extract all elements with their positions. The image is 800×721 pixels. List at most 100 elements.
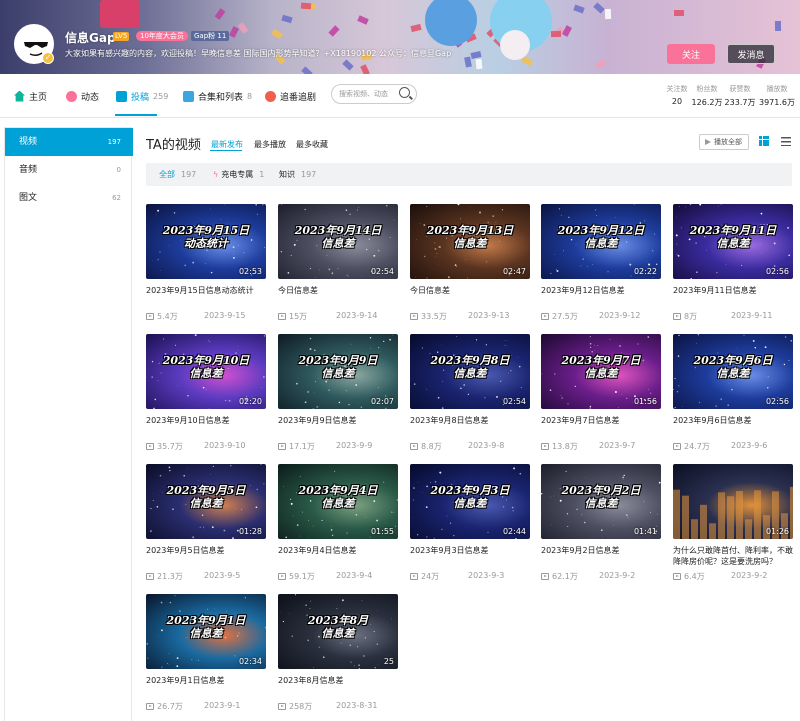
video-title[interactable]: 2023年9月5日信息差 (146, 545, 266, 567)
video-card[interactable]: 2023年8月 信息差 25 2023年8月信息差 258万 2023-8-31 (278, 594, 398, 711)
video-title[interactable]: 2023年9月7日信息差 (541, 415, 661, 437)
video-card[interactable]: 01:26 为什么只敢降首付、降利率，不敢降降房价呢？这是要洗房吗？ 6.4万 202… (673, 464, 793, 581)
video-thumbnail[interactable]: 2023年9月1日 信息差 02:34 (146, 594, 266, 669)
sidebar-item-video[interactable]: 视频 197 (5, 128, 133, 156)
publish-date: 2023-9-12 (599, 311, 641, 320)
tab-home[interactable]: 主页 (14, 89, 47, 103)
tab-uploads[interactable]: 投稿 259 (116, 89, 168, 103)
video-card[interactable]: 2023年9月15日 动态统计 02:53 2023年9月15日信息动态统计 5.4万 2… (146, 204, 266, 321)
sidebar-item-article[interactable]: 图文 62 (5, 184, 133, 212)
video-title[interactable]: 2023年9月8日信息差 (410, 415, 530, 437)
follow-button[interactable]: 关注 (667, 44, 715, 64)
vip-badge[interactable]: 10年度大会员 (136, 31, 188, 41)
video-title[interactable]: 2023年9月2日信息差 (541, 545, 661, 567)
video-thumbnail[interactable]: 2023年8月 信息差 25 (278, 594, 398, 669)
video-thumbnail[interactable]: 2023年9月9日 信息差 02:07 (278, 334, 398, 409)
video-thumbnail[interactable]: 2023年9月11日 信息差 02:56 (673, 204, 793, 279)
video-title[interactable]: 2023年9月9日信息差 (278, 415, 398, 437)
video-duration: 01:26 (765, 527, 789, 536)
video-thumbnail[interactable]: 2023年9月13日 信息差 02:47 (410, 204, 530, 279)
video-title[interactable]: 今日信息差 (410, 285, 530, 307)
video-title[interactable]: 2023年9月10日信息差 (146, 415, 266, 437)
video-thumbnail[interactable]: 2023年9月15日 动态统计 02:53 (146, 204, 266, 279)
video-card[interactable]: 2023年9月13日 信息差 02:47 今日信息差 33.5万 2023-9-13 (410, 204, 530, 321)
video-title[interactable]: 2023年9月3日信息差 (410, 545, 530, 567)
video-duration: 02:56 (765, 397, 789, 406)
video-thumbnail[interactable]: 2023年9月6日 信息差 02:56 (673, 334, 793, 409)
verified-icon: ✓ (42, 52, 54, 64)
list-view-icon[interactable] (781, 137, 791, 146)
tab-collections[interactable]: 合集和列表 8 (183, 89, 252, 103)
sort-most-played[interactable]: 最多播放 (254, 139, 286, 150)
video-thumbnail[interactable]: 2023年9月14日 信息差 02:54 (278, 204, 398, 279)
message-button[interactable]: 发消息 (727, 44, 775, 64)
publish-date: 2023-9-3 (468, 571, 505, 580)
video-thumbnail[interactable]: 2023年9月8日 信息差 02:54 (410, 334, 530, 409)
video-duration: 02:22 (633, 267, 657, 276)
video-title[interactable]: 2023年9月12日信息差 (541, 285, 661, 307)
play-count-icon (410, 313, 418, 320)
video-duration: 01:55 (370, 527, 394, 536)
video-card[interactable]: 2023年9月1日 信息差 02:34 2023年9月1日信息差 26.7万 2023-9… (146, 594, 266, 711)
sidebar-item-count: 62 (112, 194, 121, 202)
video-thumbnail[interactable]: 2023年9月7日 信息差 01:56 (541, 334, 661, 409)
play-count-icon (541, 313, 549, 320)
video-thumbnail[interactable]: 2023年9月4日 信息差 01:55 (278, 464, 398, 539)
search-icon[interactable] (399, 87, 410, 98)
video-thumbnail[interactable]: 01:26 (673, 464, 793, 539)
video-card[interactable]: 2023年9月12日 信息差 02:22 2023年9月12日信息差 27.5万 2023… (541, 204, 661, 321)
video-card[interactable]: 2023年9月6日 信息差 02:56 2023年9月6日信息差 24.7万 2023-9… (673, 334, 793, 451)
filter-knowledge[interactable]: 知识 197 (279, 169, 316, 180)
play-all-button[interactable]: 播放全部 (699, 134, 749, 150)
video-title[interactable]: 为什么只敢降首付、降利率，不敢降降房价呢？这是要洗房吗？ (673, 545, 793, 567)
video-title[interactable]: 2023年9月11日信息差 (673, 285, 793, 307)
video-title[interactable]: 2023年9月15日信息动态统计 (146, 285, 266, 307)
thumbnail-caption: 2023年9月11日 信息差 (673, 224, 793, 250)
thumbnail-subtitle: 信息差 (453, 497, 487, 510)
video-card[interactable]: 2023年9月10日 信息差 02:20 2023年9月10日信息差 35.7万 2023… (146, 334, 266, 451)
video-card[interactable]: 2023年9月14日 信息差 02:54 今日信息差 15万 2023-9-14 (278, 204, 398, 321)
stat-label: 获赞数 (729, 85, 751, 93)
video-card[interactable]: 2023年9月9日 信息差 02:07 2023年9月9日信息差 17.1万 2023-9… (278, 334, 398, 451)
content-type-sidebar: 视频 197 音频 0 图文 62 (4, 127, 133, 721)
video-card[interactable]: 2023年9月11日 信息差 02:56 2023年9月11日信息差 8万 2023-9-… (673, 204, 793, 321)
video-thumbnail[interactable]: 2023年9月12日 信息差 02:22 (541, 204, 661, 279)
video-duration: 02:47 (502, 267, 526, 276)
video-thumbnail[interactable]: 2023年9月10日 信息差 02:20 (146, 334, 266, 409)
video-thumbnail[interactable]: 2023年9月3日 信息差 02:44 (410, 464, 530, 539)
video-duration: 02:44 (502, 527, 526, 536)
tab-dynamic[interactable]: 动态 (66, 89, 99, 103)
sidebar-item-label: 视频 (19, 137, 38, 147)
sidebar-item-label: 音频 (19, 165, 38, 175)
stat-fans[interactable]: 粉丝数 126.2万 (689, 84, 725, 108)
video-title[interactable]: 2023年9月1日信息差 (146, 675, 266, 697)
sort-most-favorited[interactable]: 最多收藏 (296, 139, 328, 150)
video-card[interactable]: 2023年9月2日 信息差 01:41 2023年9月2日信息差 62.1万 2023-9… (541, 464, 661, 581)
video-card[interactable]: 2023年9月3日 信息差 02:44 2023年9月3日信息差 24万 2023-9-3 (410, 464, 530, 581)
video-title[interactable]: 2023年9月6日信息差 (673, 415, 793, 437)
confetti-decoration (214, 7, 225, 20)
video-title[interactable]: 2023年9月4日信息差 (278, 545, 398, 567)
fan-badge[interactable]: Gap粉 11 (191, 31, 230, 41)
filter-all[interactable]: 全部 197 (159, 169, 196, 180)
filter-charge[interactable]: ϟ 充电专属 1 (213, 169, 264, 180)
sidebar-item-audio[interactable]: 音频 0 (5, 156, 133, 184)
video-thumbnail[interactable]: 2023年9月2日 信息差 01:41 (541, 464, 661, 539)
sort-newest[interactable]: 最新发布 (211, 139, 243, 150)
video-duration: 01:56 (633, 397, 657, 406)
tab-bangumi[interactable]: 追番追剧 (265, 89, 316, 103)
thumbnail-caption: 2023年9月1日 信息差 (146, 614, 266, 640)
grid-view-icon[interactable] (759, 136, 769, 146)
video-card[interactable]: 2023年9月7日 信息差 01:56 2023年9月7日信息差 13.8万 2023-9… (541, 334, 661, 451)
video-title[interactable]: 2023年8月信息差 (278, 675, 398, 697)
thumbnail-date: 2023年9月15日 (162, 224, 250, 237)
video-card[interactable]: 2023年9月4日 信息差 01:55 2023年9月4日信息差 59.1万 2023-9… (278, 464, 398, 581)
view-count: 24.7万 (684, 442, 710, 451)
confetti-decoration (280, 14, 293, 23)
video-title[interactable]: 今日信息差 (278, 285, 398, 307)
tab-label: 合集和列表 (198, 92, 244, 103)
video-thumbnail[interactable]: 2023年9月5日 信息差 01:28 (146, 464, 266, 539)
video-card[interactable]: 2023年9月5日 信息差 01:28 2023年9月5日信息差 21.3万 2023-9… (146, 464, 266, 581)
sidebar-item-label: 图文 (19, 193, 38, 203)
video-card[interactable]: 2023年9月8日 信息差 02:54 2023年9月8日信息差 8.8万 2023-9-… (410, 334, 530, 451)
